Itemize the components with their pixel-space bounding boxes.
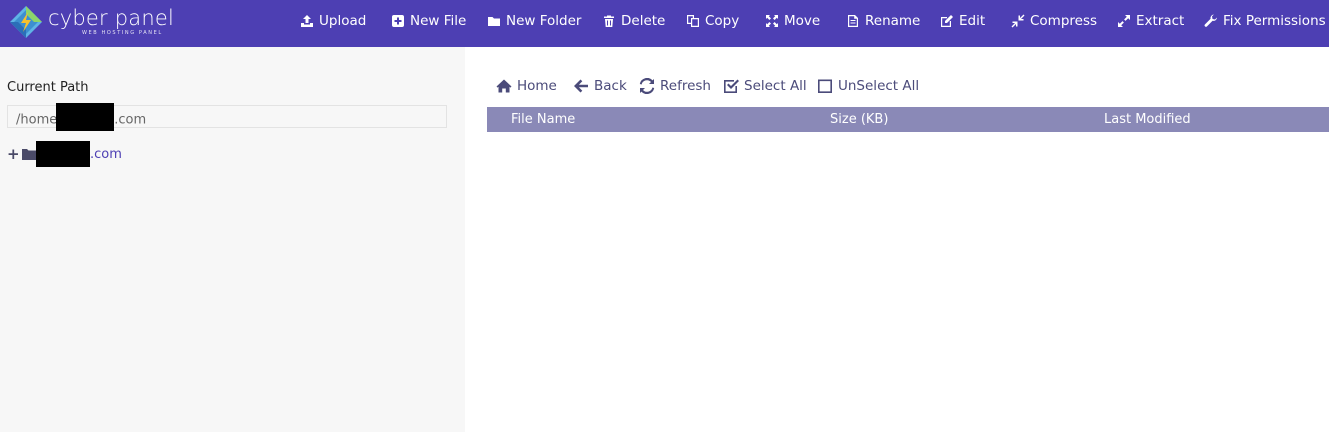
copy-label: Copy [705,13,740,29]
file-table-header: File Name Size (KB) Last Modified [487,107,1329,132]
plus-square-icon [392,15,404,27]
edit-label: Edit [959,13,986,29]
new-file-button[interactable]: New File [391,0,466,42]
new-file-label: New File [410,13,467,29]
compress-icon [1011,14,1025,28]
path-suffix: .com [114,112,147,128]
arrows-icon [766,15,778,27]
file-icon [848,15,858,27]
expand-icon [1118,15,1130,27]
compress-label: Compress [1030,13,1098,29]
move-button[interactable]: Move [765,0,820,42]
trash-icon [604,15,614,27]
new-folder-label: New Folder [506,13,582,29]
wrench-icon [1204,14,1217,27]
cyberpanel-logo-icon [10,6,42,38]
move-label: Move [784,13,821,29]
redaction-block [36,141,90,167]
rename-button[interactable]: Rename [846,0,920,42]
checkbox-checked-icon [724,79,739,93]
delete-button[interactable]: Delete [602,0,665,42]
back-button[interactable]: Back [573,76,627,96]
upload-label: Upload [319,13,367,29]
current-path-label: Current Path [7,80,89,95]
extract-button[interactable]: Extract [1117,0,1184,42]
edit-icon [941,15,953,27]
new-folder-button[interactable]: New Folder [487,0,581,42]
compress-button[interactable]: Compress [1011,0,1097,42]
brand-title: cyber panel [48,6,174,30]
brand-subtitle: WEB HOSTING PANEL [82,30,163,36]
delete-label: Delete [621,13,666,29]
extract-label: Extract [1136,13,1185,29]
tree-item-domain[interactable]: + .com [7,141,122,167]
unselect-all-button[interactable]: UnSelect All [817,76,919,96]
sidebar: Current Path /home .com + .com [0,47,465,432]
select-all-label: Select All [744,78,807,94]
copy-icon [687,15,699,27]
refresh-icon [639,78,655,94]
home-label: Home [517,78,557,94]
refresh-label: Refresh [660,78,711,94]
top-bar: cyber panel WEB HOSTING PANEL Upload New… [0,0,1329,47]
select-all-button[interactable]: Select All [723,76,807,96]
column-size[interactable]: Size (KB) [830,112,888,127]
path-prefix: /home [16,112,58,128]
checkbox-empty-icon [818,79,832,93]
back-label: Back [594,78,627,94]
edit-button[interactable]: Edit [940,0,985,42]
unselect-all-label: UnSelect All [838,78,920,94]
current-path-input[interactable]: /home .com [7,103,447,131]
column-last-modified[interactable]: Last Modified [1104,112,1191,127]
folder-icon [488,17,500,26]
arrow-left-icon [574,79,588,93]
redaction-block [56,103,115,131]
fix-permissions-label: Fix Permissions [1223,13,1326,29]
fix-permissions-button[interactable]: Fix Permissions [1204,0,1326,42]
logo[interactable]: cyber panel WEB HOSTING PANEL [8,3,174,41]
upload-button[interactable]: Upload [300,0,366,42]
tree-item-label: .com [90,146,122,162]
copy-button[interactable]: Copy [686,0,739,42]
file-browser: Home Back Refresh Select All UnSelect Al… [465,47,1329,432]
expand-plus-icon[interactable]: + [7,146,20,162]
upload-icon [301,15,313,27]
rename-label: Rename [865,13,921,29]
refresh-button[interactable]: Refresh [639,76,711,96]
home-icon [496,79,512,93]
home-button[interactable]: Home [496,76,557,96]
folder-icon [22,149,36,160]
column-file-name[interactable]: File Name [511,112,575,127]
